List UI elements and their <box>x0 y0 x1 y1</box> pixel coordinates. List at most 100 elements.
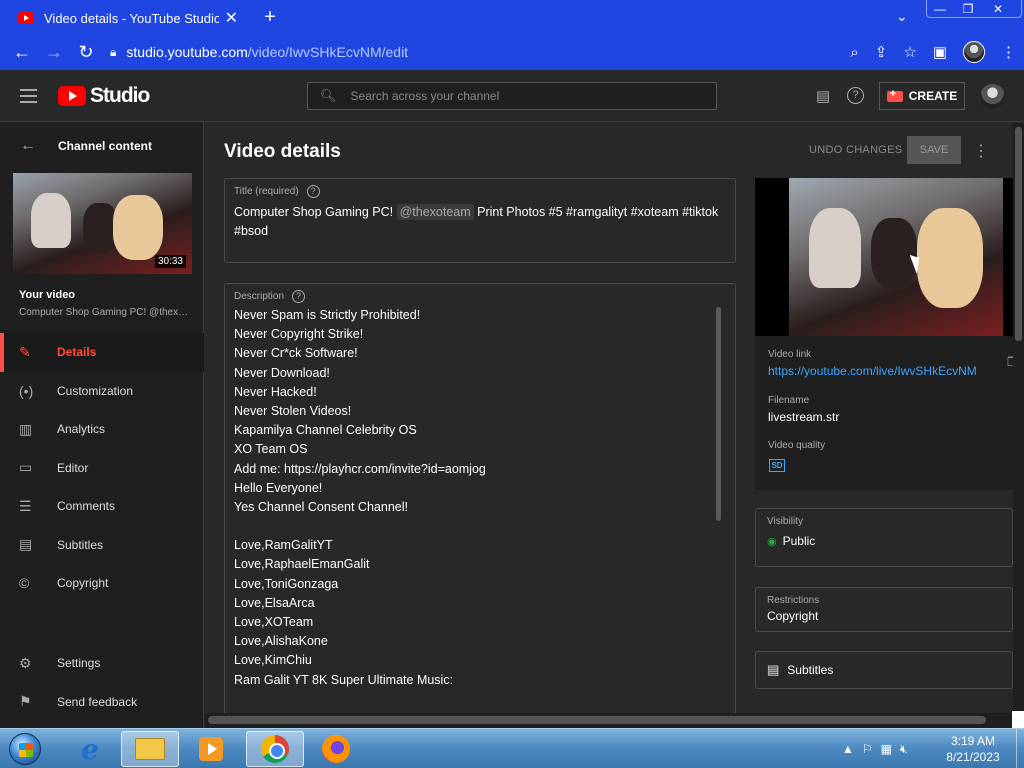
your-video-title: Computer Shop Gaming PC! @thexoteam Prin… <box>19 307 189 318</box>
analytics-icon: ▥ <box>19 420 33 437</box>
video-thumbnail-small[interactable]: 30:33 <box>13 173 192 274</box>
back-label: Channel content <box>58 139 153 153</box>
your-video-label: Your video <box>19 289 76 301</box>
save-button[interactable]: SAVE <box>907 136 961 164</box>
show-desktop-button[interactable] <box>1016 729 1024 768</box>
visibility-value: Public <box>782 534 816 548</box>
undo-changes-button[interactable]: UNDO CHANGES <box>809 144 902 156</box>
sidebar-item-comments[interactable]: ☰ Comments <box>0 487 204 526</box>
taskbar-file-explorer[interactable] <box>121 731 179 767</box>
url-field[interactable]: 🔒︎ studio.youtube.com/video/IwvSHkEcvNM/… <box>110 38 920 66</box>
visibility-box[interactable]: Visibility ◉ Public <box>755 508 1013 567</box>
sidebar-item-copyright[interactable]: © Copyright <box>0 564 204 603</box>
taskbar-firefox[interactable] <box>307 731 365 767</box>
volume-muted-icon[interactable]: 🔇︎ <box>900 742 908 757</box>
close-window-button[interactable]: ✕ <box>984 0 1012 18</box>
taskbar-internet-explorer[interactable]: e <box>61 731 119 767</box>
sidebar-item-send-feedback[interactable]: ⚑ Send feedback <box>0 683 204 722</box>
title-field[interactable]: Title (required) ? Computer Shop Gaming … <box>224 178 736 263</box>
subtitles-box[interactable]: ▤ Subtitles <box>755 651 1013 689</box>
studio-logo[interactable]: Studio <box>58 84 150 108</box>
channel-search[interactable]: 🔍︎ <box>307 82 717 110</box>
taskbar-media-player[interactable] <box>182 731 240 767</box>
help-icon[interactable]: ? <box>847 87 864 104</box>
sidebar-item-label: Copyright <box>57 576 109 591</box>
minimize-button[interactable]: — <box>926 0 954 18</box>
close-tab-icon[interactable]: ✕ <box>225 8 238 28</box>
broadcast-icon: (•) <box>19 382 34 399</box>
sidebar-panel-icon[interactable]: ▣ <box>933 43 947 61</box>
page-vertical-scrollbar[interactable] <box>1013 123 1024 728</box>
share-icon[interactable]: ⇪ <box>875 43 888 61</box>
description-line: Love,AlishaKone <box>234 634 328 649</box>
main-content: Video details UNDO CHANGES SAVE ⋮ Title … <box>205 123 1013 713</box>
browser-tab-bar: Video details - YouTube Studio ✕ + ⌄ — ❐… <box>0 0 1024 34</box>
reload-icon[interactable]: ↻ <box>70 42 102 63</box>
messages-icon[interactable]: ▤ <box>816 87 830 105</box>
help-icon[interactable]: ? <box>292 290 306 303</box>
windows-logo-icon <box>19 743 33 757</box>
description-input[interactable]: Never Spam is Strictly Prohibited! Never … <box>234 306 704 690</box>
mention-chip: @thexoteam <box>396 204 474 220</box>
create-button[interactable]: CREATE <box>879 82 965 110</box>
restore-button[interactable]: ❐ <box>954 0 982 18</box>
sidebar-bottom-nav: ⚙ Settings ⚑ Send feedback <box>0 644 204 721</box>
title-input[interactable]: Computer Shop Gaming PC! @thexoteam Prin… <box>234 203 724 241</box>
sidebar-item-analytics[interactable]: ▥ Analytics <box>0 410 204 449</box>
profile-avatar[interactable] <box>963 41 985 63</box>
lock-icon[interactable]: 🔒︎ <box>110 45 116 60</box>
description-line: Kapamilya Channel Celebrity OS <box>234 423 417 438</box>
page-horizontal-scrollbar[interactable] <box>205 713 1013 728</box>
browser-tab[interactable]: Video details - YouTube Studio ✕ <box>8 2 248 34</box>
sidebar-nav: ✎ Details (•) Customization ▥ Analytics … <box>0 333 204 603</box>
new-tab-button[interactable]: + <box>258 6 282 29</box>
eye-icon: ◉ <box>767 536 777 548</box>
back-to-channel-content[interactable]: ← Channel content <box>20 137 152 155</box>
taskbar-chrome[interactable] <box>246 731 304 767</box>
account-avatar[interactable] <box>980 84 1005 109</box>
description-field[interactable]: Description ? Never Spam is Strictly Pro… <box>224 283 736 713</box>
tab-search-chevron-icon[interactable]: ⌄ <box>896 8 908 25</box>
video-player-thumbnail[interactable] <box>755 178 1013 336</box>
sidebar-item-editor[interactable]: ▭ Editor <box>0 449 204 488</box>
back-arrow-icon: ← <box>20 137 36 154</box>
description-line: Never Cr*ck Software! <box>234 346 358 361</box>
zoom-icon[interactable]: ⌕ <box>850 44 858 61</box>
back-icon[interactable]: ← <box>6 42 38 63</box>
forward-icon[interactable]: → <box>38 42 70 63</box>
subtitles-label: Subtitles <box>787 663 834 677</box>
filename-value: livestream.str <box>768 410 840 424</box>
browser-menu-icon[interactable]: ⋮ <box>1001 43 1016 61</box>
network-icon[interactable]: ▦ <box>881 742 892 756</box>
sidebar-item-customization[interactable]: (•) Customization <box>0 372 204 411</box>
feedback-icon: ⚑ <box>19 693 32 710</box>
action-center-flag-icon[interactable]: ⚐ <box>862 742 873 756</box>
description-line: Yes Channel Consent Channel! <box>234 499 408 514</box>
restrictions-box[interactable]: Restrictions Copyright <box>755 587 1013 632</box>
description-scrollbar[interactable] <box>716 307 721 521</box>
help-icon[interactable]: ? <box>306 185 320 198</box>
sidebar-item-subtitles[interactable]: ▤ Subtitles <box>0 526 204 565</box>
create-label: CREATE <box>908 89 958 103</box>
description-line: Never Spam is Strictly Prohibited! <box>234 308 421 322</box>
description-line: Hello Everyone! <box>234 480 323 495</box>
tray-expand-icon[interactable]: ▲ <box>842 742 854 756</box>
video-link[interactable]: https://youtube.com/live/IwvSHkEcvNM <box>768 364 977 378</box>
visibility-value-row: ◉ Public <box>767 534 815 548</box>
bookmark-star-icon[interactable]: ☆ <box>903 43 916 61</box>
address-bar-row: ← → ↻ 🔒︎ studio.youtube.com/video/IwvSHk… <box>0 34 1024 70</box>
create-video-icon <box>886 88 903 102</box>
sidebar-item-settings[interactable]: ⚙ Settings <box>0 644 204 683</box>
taskbar-clock[interactable]: 3:19 AM 8/21/2023 <box>930 733 1016 765</box>
description-line: Ram Galit YT 8K Super Ultimate Music: <box>234 672 454 687</box>
search-input[interactable] <box>350 89 691 103</box>
visibility-label: Visibility <box>767 516 803 527</box>
search-icon: 🔍︎ <box>320 88 337 103</box>
subtitles-icon: ▤ <box>767 662 780 677</box>
hamburger-menu-icon[interactable] <box>20 89 37 107</box>
start-button[interactable] <box>4 729 46 768</box>
filename-label: Filename <box>768 395 810 406</box>
more-options-icon[interactable]: ⋮ <box>973 141 989 161</box>
description-label-text: Description <box>234 291 285 302</box>
sidebar-item-details[interactable]: ✎ Details <box>0 333 204 372</box>
